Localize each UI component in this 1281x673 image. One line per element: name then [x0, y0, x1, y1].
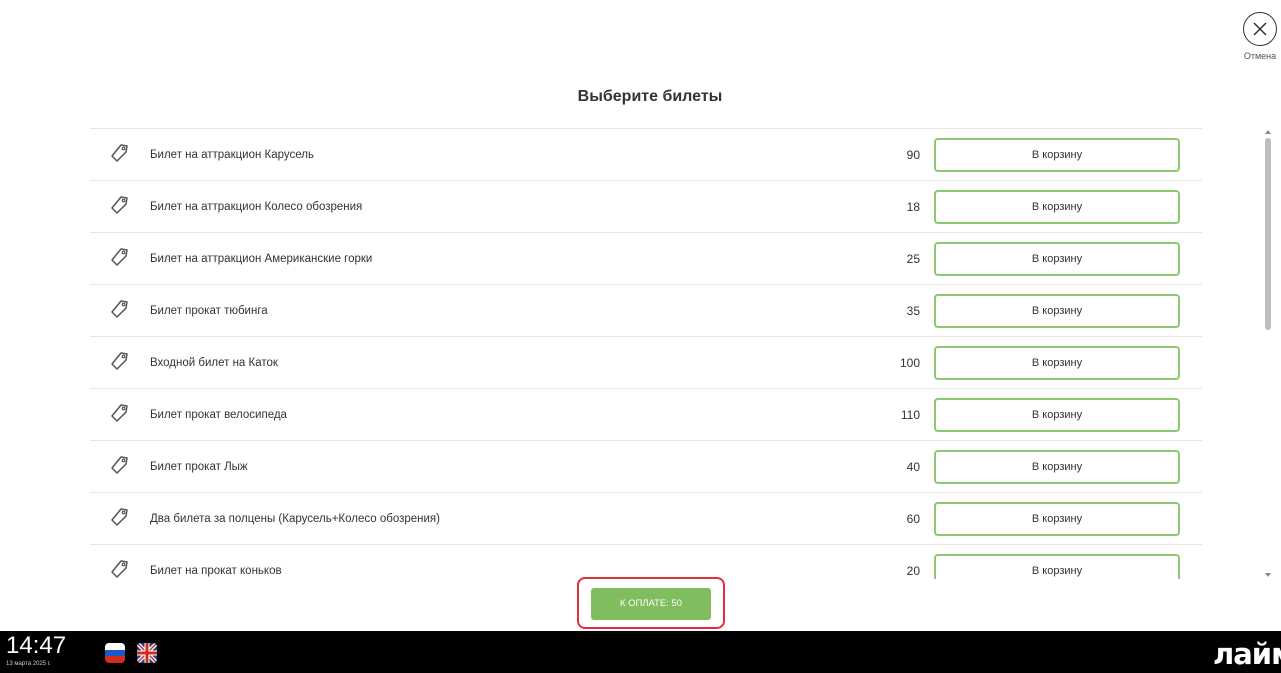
- ticket-name: Два билета за полцены (Карусель+Колесо о…: [150, 512, 440, 525]
- tag-icon: [108, 141, 130, 163]
- ticket-row: Билет на аттракцион Колесо обозрения 18 В …: [90, 180, 1202, 232]
- brand-logo: лайм: [1213, 637, 1281, 671]
- tag-icon: [108, 297, 130, 319]
- status-bar: 14:47 13 марта 2025 г. лайм: [0, 631, 1281, 673]
- ticket-name: Билет прокат Лыж: [150, 460, 248, 473]
- ticket-price: 25: [906, 251, 920, 266]
- pay-button[interactable]: К ОПЛАТЕ: 50: [591, 588, 711, 620]
- scroll-down-arrow-icon[interactable]: [1265, 573, 1271, 577]
- tag-icon: [108, 349, 130, 371]
- ticket-row: Входной билет на Каток 100 В корзину: [90, 336, 1202, 388]
- ticket-name: Билет на аттракцион Карусель: [150, 148, 314, 161]
- ticket-name: Входной билет на Каток: [150, 356, 278, 369]
- tag-icon: [108, 557, 130, 579]
- ticket-name: Билет на аттракцион Колесо обозрения: [150, 200, 363, 213]
- ticket-name: Билет прокат тюбинга: [150, 304, 268, 317]
- ticket-price: 18: [906, 199, 920, 214]
- tag-icon: [108, 401, 130, 423]
- ticket-name: Билет на прокат коньков: [150, 564, 282, 577]
- uk-flag-icon[interactable]: [137, 643, 157, 663]
- add-to-cart-button[interactable]: В корзину: [934, 137, 1180, 172]
- clock-time: 14:47: [6, 632, 67, 659]
- ticket-price: 60: [906, 511, 920, 526]
- ticket-row: Два билета за полцены (Карусель+Колесо о…: [90, 492, 1202, 544]
- ticket-list[interactable]: Билет на аттракцион Карусель 90 В корзину Б…: [90, 128, 1202, 579]
- add-to-cart-button[interactable]: В корзину: [934, 553, 1180, 579]
- cancel-label: Отмена: [1243, 51, 1277, 61]
- ticket-price: 35: [906, 303, 920, 318]
- add-to-cart-button[interactable]: В корзину: [934, 397, 1180, 432]
- add-to-cart-button[interactable]: В корзину: [934, 189, 1180, 224]
- cancel-button[interactable]: Отмена: [1239, 12, 1281, 74]
- add-to-cart-button[interactable]: В корзину: [934, 293, 1180, 328]
- add-to-cart-button[interactable]: В корзину: [934, 501, 1180, 536]
- ticket-row: Билет прокат Лыж 40 В корзину: [90, 440, 1202, 492]
- close-circle-icon: [1243, 12, 1277, 46]
- tag-icon: [108, 193, 130, 215]
- add-to-cart-button[interactable]: В корзину: [934, 449, 1180, 484]
- ticket-row: Билет прокат велосипеда 110 В корзину: [90, 388, 1202, 440]
- pay-highlight: К ОПЛАТЕ: 50: [577, 577, 725, 629]
- ticket-row: Билет на аттракцион Американские горки 25…: [90, 232, 1202, 284]
- tag-icon: [108, 505, 130, 527]
- scroll-thumb[interactable]: [1265, 138, 1271, 330]
- ticket-row: Билет на прокат коньков 20 В корзину: [90, 544, 1202, 579]
- page-title: Выберите билеты: [577, 88, 723, 105]
- ticket-name: Билет на аттракцион Американские горки: [150, 252, 373, 265]
- ticket-selection-screen: Отмена Выберите билеты Билет на аттракци…: [0, 0, 1281, 673]
- ticket-price: 100: [899, 355, 920, 370]
- tag-icon: [108, 453, 130, 475]
- ticket-row: Билет на аттракцион Карусель 90 В корзину: [90, 128, 1202, 180]
- list-scrollbar[interactable]: [1262, 128, 1274, 579]
- ticket-row: Билет прокат тюбинга 35 В корзину: [90, 284, 1202, 336]
- clock-date: 13 марта 2025 г.: [6, 661, 51, 667]
- russian-flag-icon[interactable]: [105, 643, 125, 663]
- ticket-price: 110: [900, 407, 920, 422]
- ticket-price: 90: [906, 147, 920, 162]
- tag-icon: [108, 245, 130, 267]
- ticket-price: 20: [906, 563, 920, 578]
- ticket-name: Билет прокат велосипеда: [150, 408, 287, 421]
- add-to-cart-button[interactable]: В корзину: [934, 345, 1180, 380]
- add-to-cart-button[interactable]: В корзину: [934, 241, 1180, 276]
- ticket-price: 40: [906, 459, 920, 474]
- scroll-up-arrow-icon[interactable]: [1265, 130, 1271, 134]
